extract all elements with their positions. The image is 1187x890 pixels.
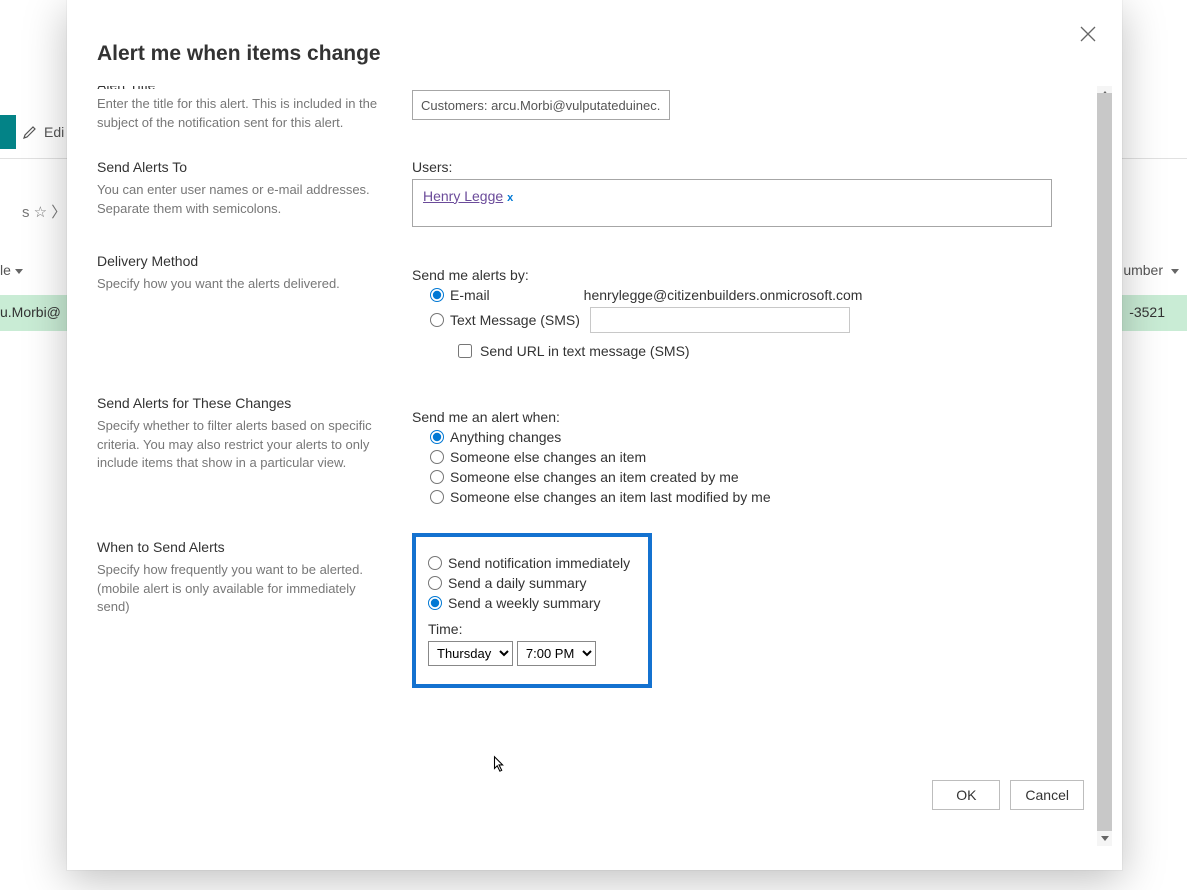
section-delivery-method: Delivery Method Specify how you want the… xyxy=(97,253,1098,359)
chevron-down-icon xyxy=(1167,262,1179,278)
when-opt-1-label: Send a daily summary xyxy=(448,575,587,591)
time-hour-select[interactable]: 7:00 PM xyxy=(517,641,596,666)
bg-edit-label: Edi xyxy=(44,124,64,140)
send-to-desc: You can enter user names or e-mail addre… xyxy=(97,181,384,219)
bg-row-cell-left: u.Morbi@ xyxy=(0,304,61,320)
close-button[interactable] xyxy=(1078,24,1098,49)
when-highlight-box: Send notification immediately Send a dai… xyxy=(412,533,652,688)
delivery-sms-radio[interactable] xyxy=(430,313,444,327)
bg-accent-strip xyxy=(0,115,16,149)
when-desc: Specify how frequently you want to be al… xyxy=(97,561,384,618)
change-opt-2-radio[interactable] xyxy=(430,470,444,484)
users-label: Users: xyxy=(412,159,1098,175)
changes-heading: Send Alerts for These Changes xyxy=(97,395,384,411)
cancel-button[interactable]: Cancel xyxy=(1010,780,1084,810)
change-opt-0-label: Anything changes xyxy=(450,429,561,445)
alert-title-input[interactable] xyxy=(412,90,670,120)
section-when-to-send: When to Send Alerts Specify how frequent… xyxy=(97,539,1098,688)
alert-title-heading: Alert Title xyxy=(97,86,384,89)
delivery-sms-url-label: Send URL in text message (SMS) xyxy=(480,343,690,359)
bg-edit-button[interactable]: Edi xyxy=(22,124,64,140)
pencil-icon xyxy=(22,124,38,140)
alert-title-desc: Enter the title for this alert. This is … xyxy=(97,95,384,133)
bg-column-right: umber xyxy=(1123,262,1179,278)
scrollbar-down-button[interactable] xyxy=(1097,831,1112,846)
section-alert-title: Alert Title Enter the title for this ale… xyxy=(97,86,1098,133)
user-chip[interactable]: Henry Legge xyxy=(423,188,503,204)
change-opt-1-radio[interactable] xyxy=(430,450,444,464)
delivery-email-value: henrylegge@citizenbuilders.onmicrosoft.c… xyxy=(584,287,863,303)
section-change-type: Send Alerts for These Changes Specify wh… xyxy=(97,395,1098,509)
changes-desc: Specify whether to filter alerts based o… xyxy=(97,417,384,474)
when-opt-2-radio[interactable] xyxy=(428,596,442,610)
delivery-legend: Send me alerts by: xyxy=(412,267,1098,283)
send-to-heading: Send Alerts To xyxy=(97,159,384,175)
change-opt-0-radio[interactable] xyxy=(430,430,444,444)
change-opt-3-label: Someone else changes an item last modifi… xyxy=(450,489,771,505)
time-label: Time: xyxy=(428,621,636,637)
when-opt-0-radio[interactable] xyxy=(428,556,442,570)
delivery-email-row: E-mail henrylegge@citizenbuilders.onmicr… xyxy=(430,287,1098,303)
bg-breadcrumb: s ☆ 〉 xyxy=(22,201,66,222)
time-day-select[interactable]: Thursday xyxy=(428,641,513,666)
dialog-body: Alert Title Enter the title for this ale… xyxy=(97,86,1098,846)
when-heading: When to Send Alerts xyxy=(97,539,384,555)
delivery-sms-url-row: Send URL in text message (SMS) xyxy=(458,343,1098,359)
chevron-down-icon xyxy=(11,262,23,278)
changes-legend: Send me an alert when: xyxy=(412,409,1098,425)
dialog-title: Alert me when items change xyxy=(97,42,381,66)
delivery-sms-url-checkbox[interactable] xyxy=(458,344,472,358)
scrollbar-thumb[interactable] xyxy=(1097,93,1112,833)
alert-dialog: Alert me when items change Alert Title E… xyxy=(67,0,1122,870)
when-opt-1-radio[interactable] xyxy=(428,576,442,590)
users-input[interactable]: Henry Legge x xyxy=(412,179,1052,227)
change-opt-1-label: Someone else changes an item xyxy=(450,449,646,465)
delivery-email-label: E-mail xyxy=(450,287,490,303)
delivery-sms-row: Text Message (SMS) xyxy=(430,307,1098,333)
delivery-heading: Delivery Method xyxy=(97,253,384,269)
when-opt-2-label: Send a weekly summary xyxy=(448,595,601,611)
when-opt-0-label: Send notification immediately xyxy=(448,555,630,571)
remove-user-button[interactable]: x xyxy=(507,192,513,204)
delivery-sms-label: Text Message (SMS) xyxy=(450,312,580,328)
delivery-desc: Specify how you want the alerts delivere… xyxy=(97,275,384,294)
dialog-footer: OK Cancel xyxy=(932,780,1084,810)
change-opt-3-radio[interactable] xyxy=(430,490,444,504)
ok-button[interactable]: OK xyxy=(932,780,1000,810)
delivery-sms-input[interactable] xyxy=(590,307,850,333)
delivery-email-radio[interactable] xyxy=(430,288,444,302)
bg-row-cell-right: -3521 xyxy=(1129,304,1165,320)
close-icon xyxy=(1078,24,1098,44)
change-opt-2-label: Someone else changes an item created by … xyxy=(450,469,739,485)
bg-column-left: le xyxy=(0,262,23,278)
section-send-alerts-to: Send Alerts To You can enter user names … xyxy=(97,159,1098,227)
